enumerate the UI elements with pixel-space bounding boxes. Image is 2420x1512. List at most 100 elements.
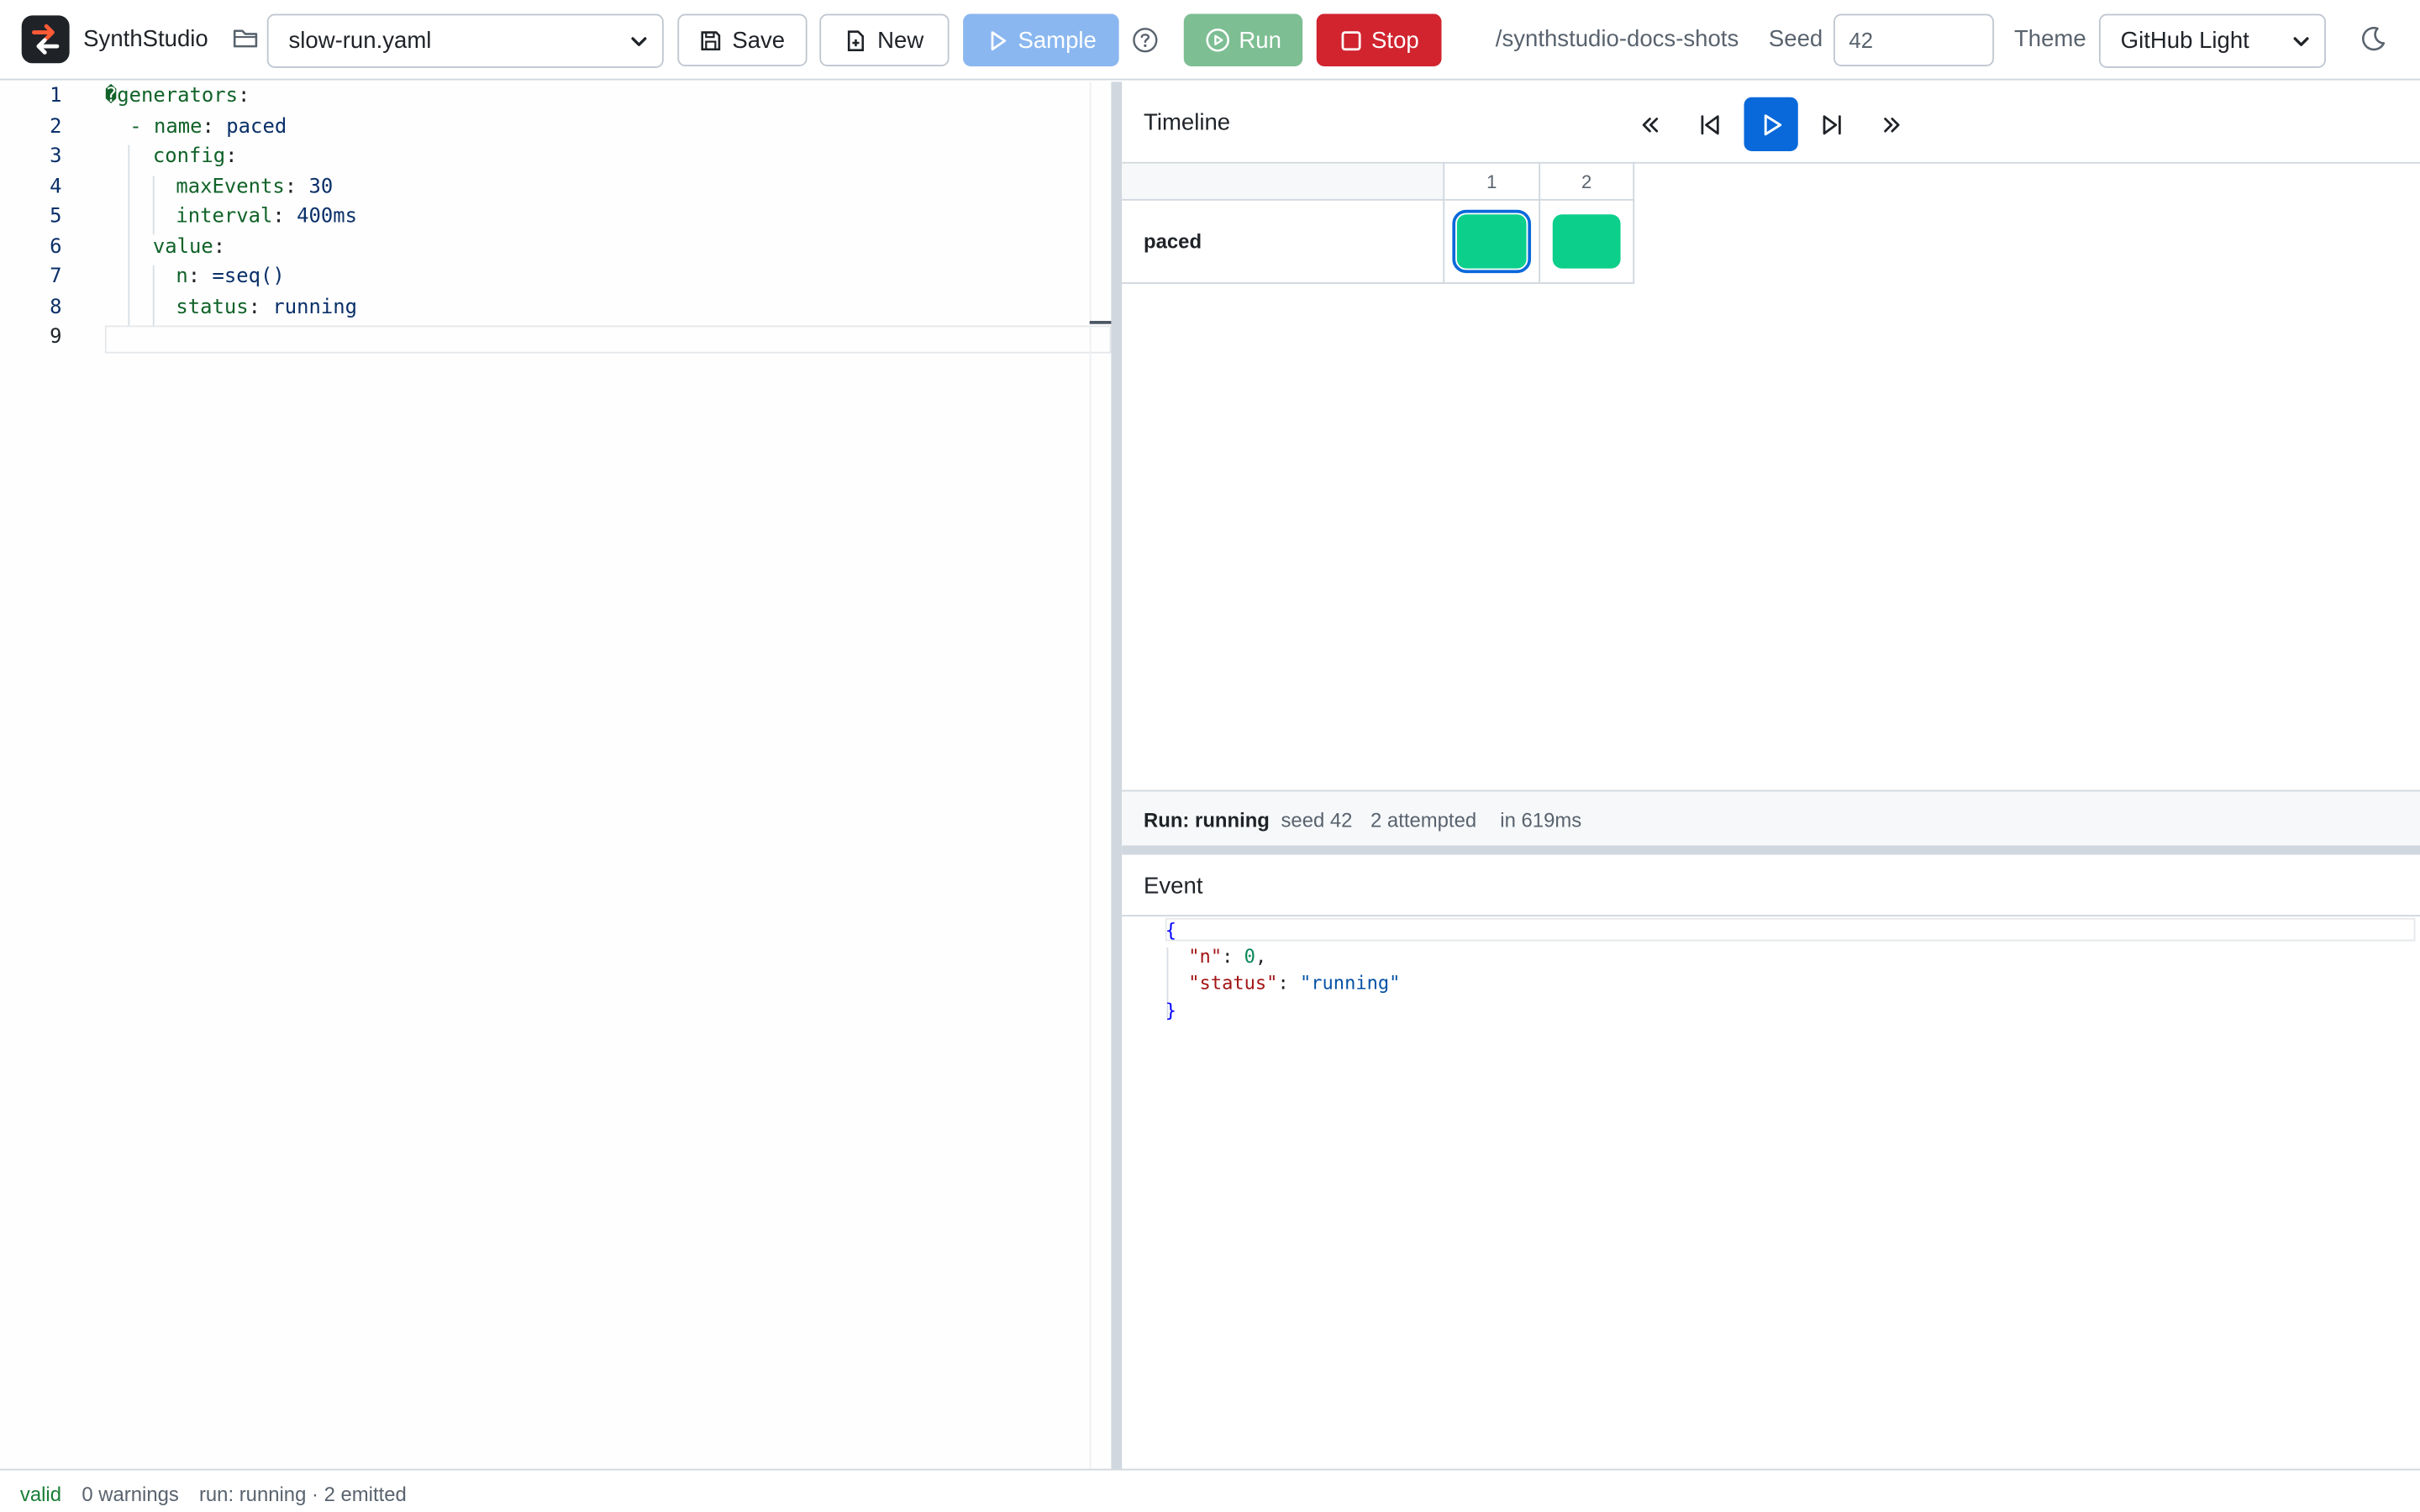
run-state: Run: running [1144,808,1270,832]
yaml-value: paced [226,115,287,139]
workspace-path: /synthstudio-docs-shots [1495,26,1739,53]
yaml-value: 400ms [297,205,358,228]
indent-guide [128,144,130,326]
run-duration: in 619ms [1500,808,1582,832]
event-title: Event [1144,873,1203,900]
sample-label: Sample [1018,27,1097,54]
chevron-down-icon [2293,37,2309,46]
run-status-bar: Run: running seed 42 2 attempted in 619m… [1122,790,2420,846]
stop-icon [1340,30,1360,50]
timeline-column-header: 2 [1540,163,1635,201]
run-label: Run [1239,27,1281,54]
run-seed: seed 42 [1281,808,1353,832]
yaml-key: - name [129,115,203,139]
step-forward-button[interactable] [1804,97,1858,151]
json-key: "status" [1188,972,1278,994]
help-icon[interactable] [1131,26,1159,54]
event-marker-selected[interactable] [1452,209,1532,274]
save-button[interactable]: Save [677,13,808,66]
scrollbar-cursor-marker [1089,321,1112,324]
json-line: "status": "running" [1188,972,1401,994]
line-number: 4 [50,176,62,199]
seed-input[interactable] [1833,13,1995,66]
line-number: 6 [50,236,62,260]
event-marker[interactable] [1552,214,1621,269]
yaml-value: 30 [308,176,334,199]
yaml-sep: : [213,236,226,260]
app-root: SynthStudio slow-run.yaml Save New Sampl… [0,0,2420,1512]
toolbar: SynthStudio slow-run.yaml Save New Sampl… [0,0,2420,81]
timeline-title: Timeline [1144,109,1231,136]
yaml-sep: : [272,205,297,228]
fast-forward-button[interactable] [1865,97,1918,151]
stop-label: Stop [1371,27,1419,54]
line-number: 9 [50,325,62,349]
code-line: status: running [176,297,357,320]
timeline-row-label: paced [1122,200,1445,284]
warnings-count: 0 warnings [82,1483,179,1506]
json-line: "n": 0, [1188,945,1267,968]
new-button[interactable]: New [819,13,950,66]
code-line: - name: paced [129,116,287,139]
theme-select[interactable]: GitHub Light [2098,13,2326,68]
timeline-column-header: 1 [1444,163,1541,201]
generator-name: paced [1144,229,1202,254]
code-line: config: [153,145,238,169]
json-value: 0 [1244,945,1255,968]
play-button[interactable] [1744,97,1798,152]
yaml-editor[interactable]: 1 2 3 4 5 6 7 8 9 �generators: - name: p… [0,81,1112,1469]
folder-icon[interactable] [232,24,260,52]
yaml-key: maxEvents [176,176,285,199]
step-back-icon [1700,114,1718,134]
play-icon [1763,113,1781,135]
line-number: 8 [50,296,62,320]
new-file-icon [848,29,865,51]
yaml-key: n [176,265,188,289]
horizontal-splitter[interactable] [1122,845,2420,855]
play-icon [990,30,1006,50]
yaml-value: =seq() [212,265,285,289]
yaml-key: interval [176,205,273,228]
yaml-sep: : [225,144,238,169]
app-name: SynthStudio [83,26,208,53]
yaml-sep: : [238,85,250,108]
logo-arrows-icon [32,24,60,55]
sample-button[interactable]: Sample [963,13,1119,66]
json-current-line [1165,917,2416,942]
save-label: Save [732,27,786,54]
app-logo [21,15,70,64]
current-line-highlight [104,325,1112,354]
file-select[interactable]: slow-run.yaml [266,13,664,68]
run-attempted: 2 attempted [1370,808,1477,832]
yaml-sep: : [187,265,213,289]
fast-forward-icon [1883,117,1899,132]
run-summary: run: running · 2 emitted [198,1483,407,1506]
step-forward-icon [1822,114,1840,134]
step-back-button[interactable] [1682,97,1736,151]
run-button[interactable]: Run [1183,13,1303,66]
line-number: 1 [50,85,62,108]
file-select-value: slow-run.yaml [288,28,432,55]
rewind-icon [1641,117,1658,132]
rewind-button[interactable] [1622,97,1676,151]
status-footer: valid 0 warnings run: running · 2 emitte… [0,1468,2420,1512]
timeline-header: Timeline [1122,81,2420,164]
yaml-value: running [272,296,358,320]
theme-label: Theme [2013,26,2086,53]
event-header: Event [1122,855,2420,917]
moon-icon[interactable] [2359,24,2388,54]
run-icon [1205,28,1229,52]
stop-button[interactable]: Stop [1316,13,1442,66]
json-trail: , [1255,945,1267,968]
pane-splitter[interactable] [1111,81,1123,1469]
json-value: "running" [1299,972,1401,994]
yaml-sep: : [202,115,227,139]
theme-select-value: GitHub Light [2120,28,2249,55]
line-number: 5 [50,205,62,228]
new-label: New [877,27,924,54]
indent-guide [152,176,155,235]
yaml-sep: : [284,176,309,199]
json-brace-close: } [1165,1000,1177,1021]
editor-scrollbar[interactable] [1089,81,1112,1469]
save-icon [702,30,721,50]
